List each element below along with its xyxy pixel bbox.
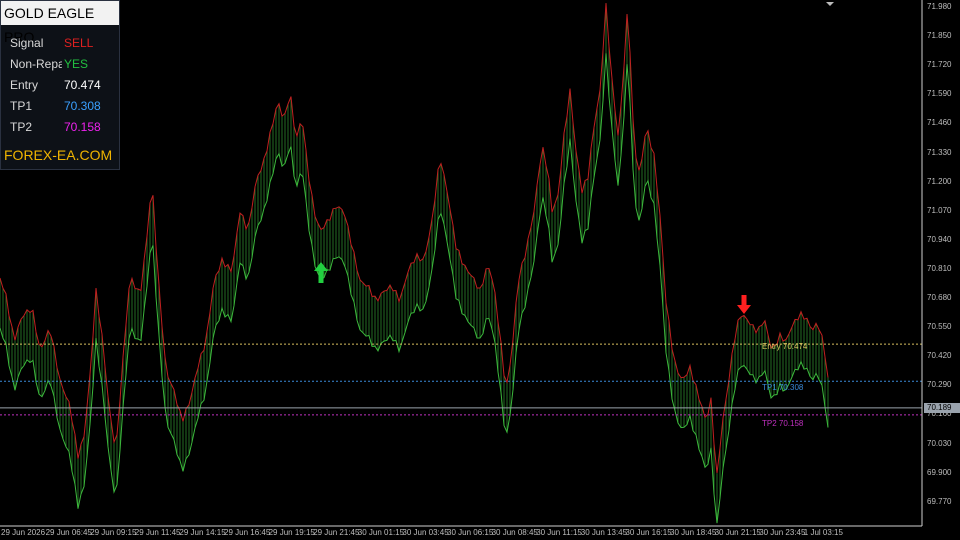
tp1-value: 70.308 <box>64 99 101 113</box>
upper-band-line <box>0 3 829 474</box>
time-tick-label: 1 Jul 03:15 <box>803 528 843 537</box>
price-tick-label: 70.680 <box>927 293 952 302</box>
sell-arrow-icon <box>737 295 751 314</box>
tp2-label: TP2 <box>10 120 33 134</box>
scroll-marker-icon[interactable] <box>826 2 834 6</box>
price-tick-label: 70.030 <box>927 438 952 448</box>
info-panel: GOLD EAGLE PRO Signal SELL Non-Repaint Y… <box>0 0 120 170</box>
time-tick-label: 29 Jun 09:15 <box>90 528 137 537</box>
time-tick-label: 29 Jun 11:45 <box>134 528 181 537</box>
time-tick-label: 30 Jun 11:15 <box>536 528 582 537</box>
entry-value: 70.474 <box>64 78 101 92</box>
time-tick-label: 30 Jun 16:15 <box>625 528 672 537</box>
price-tick-label: 70.420 <box>927 351 952 361</box>
time-tick-label: 30 Jun 06:15 <box>447 528 494 537</box>
price-tick-label: 70.550 <box>927 322 952 332</box>
price-tick-label: 71.980 <box>927 2 952 11</box>
time-tick-label: 29 Jun 21:45 <box>313 528 360 537</box>
price-tick-label: 69.770 <box>927 496 952 506</box>
time-tick-label: 30 Jun 03:45 <box>402 528 449 537</box>
price-tick-label: 71.200 <box>927 176 952 186</box>
entry-level-label: Entry 70.474 <box>762 342 808 352</box>
price-tick-label: 71.590 <box>927 89 952 99</box>
price-tick-label: 70.940 <box>927 234 952 244</box>
price-tick-label: 71.070 <box>927 205 952 215</box>
time-tick-label: 30 Jun 13:45 <box>580 528 628 537</box>
time-tick-label: 30 Jun 01:15 <box>357 528 405 537</box>
time-tick-label: 29 Jun 14:15 <box>179 528 226 537</box>
time-tick-label: 29 Jun 06:45 <box>45 528 92 537</box>
time-tick-label: 30 Jun 08:45 <box>491 528 538 537</box>
tp2-level-label: TP2 70.158 <box>762 418 804 428</box>
price-tick-label: 71.720 <box>927 60 952 70</box>
time-tick-label: 29 Jun 2026 <box>1 528 46 537</box>
current-price-tag: 70.189 <box>924 402 960 413</box>
price-chart[interactable] <box>0 0 960 540</box>
tp1-label: TP1 <box>10 99 33 113</box>
price-tick-label: 71.850 <box>927 31 952 41</box>
panel-title: GOLD EAGLE PRO <box>1 1 119 45</box>
price-tick-label: 70.290 <box>927 380 952 390</box>
price-tick-label: 71.460 <box>927 118 952 128</box>
price-tick-label: 71.330 <box>927 147 952 157</box>
tp1-level-label: TP1 70.308 <box>762 383 804 393</box>
time-tick-label: 30 Jun 23:45 <box>759 528 806 537</box>
time-tick-label: 30 Jun 18:45 <box>670 528 717 537</box>
non-repaint-value: YES <box>64 57 89 71</box>
entry-label: Entry <box>10 78 39 92</box>
price-tick-label: 69.900 <box>927 467 952 477</box>
brand-logo: FOREX-EA.COM <box>4 147 113 163</box>
time-tick-label: 30 Jun 21:15 <box>714 528 761 537</box>
tp2-value: 70.158 <box>64 120 101 134</box>
non-repaint-label: Non-Repaint <box>10 57 62 71</box>
time-tick-label: 29 Jun 16:45 <box>224 528 271 537</box>
price-tick-label: 70.810 <box>927 263 952 273</box>
signal-value: SELL <box>64 36 94 50</box>
signal-label: Signal <box>10 36 44 50</box>
time-tick-label: 29 Jun 19:15 <box>268 528 315 537</box>
